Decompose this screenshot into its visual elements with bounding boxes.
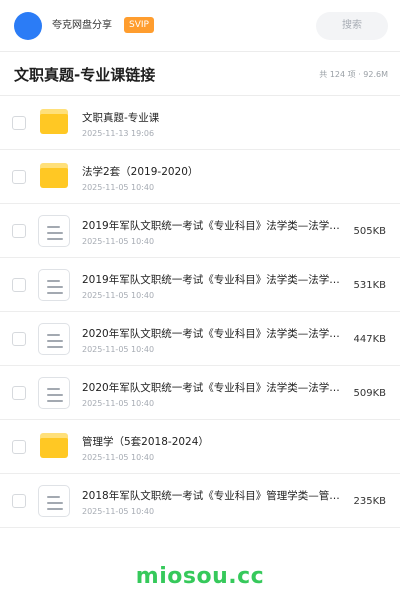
file-date: 2025-11-05 10:40 — [82, 345, 155, 354]
folder-icon — [40, 109, 68, 134]
watermark-text: miosou.cc — [135, 564, 265, 589]
file-row[interactable]: 2019年军队文职统一考试《专业科目》法学类—法学… 2025-11-05 10:… — [0, 258, 400, 312]
file-name[interactable]: 文职真题-专业课 — [82, 111, 350, 125]
file-size: 505KB — [353, 226, 386, 237]
file-row[interactable]: 2019年军队文职统一考试《专业科目》法学类—法学… 2025-11-05 10:… — [0, 204, 400, 258]
file-date: 2025-11-05 10:40 — [82, 507, 155, 516]
file-date: 2025-11-05 10:40 — [82, 399, 155, 408]
folder-icon — [40, 163, 68, 188]
file-name[interactable]: 2019年军队文职统一考试《专业科目》法学类—法学… — [82, 219, 350, 233]
file-row[interactable]: 文职真题-专业课 2025-11-13 19:06 — [0, 96, 400, 150]
file-name[interactable]: 管理学（5套2018-2024） — [82, 435, 350, 449]
file-date: 2025-11-05 10:40 — [82, 453, 155, 462]
file-row[interactable]: 2020年军队文职统一考试《专业科目》法学类—法学… 2025-11-05 10:… — [0, 366, 400, 420]
document-icon — [38, 323, 70, 355]
folder-icon — [40, 433, 68, 458]
file-row[interactable]: 管理学（5套2018-2024） 2025-11-05 10:40 — [0, 420, 400, 474]
file-size: 531KB — [353, 280, 386, 291]
select-checkbox[interactable] — [12, 386, 26, 400]
file-list: 文职真题-专业课 2025-11-13 19:06 法学2套（2019-2020） 2… — [0, 96, 400, 528]
file-size: 235KB — [353, 496, 386, 507]
file-name[interactable]: 法学2套（2019-2020） — [82, 165, 350, 179]
document-icon — [38, 269, 70, 301]
header-bar: 夸克网盘分享 SVIP 搜索 — [0, 0, 400, 52]
svip-badge[interactable]: SVIP — [124, 17, 154, 33]
file-date: 2025-11-05 10:40 — [82, 291, 155, 300]
select-checkbox[interactable] — [12, 224, 26, 238]
file-name[interactable]: 2020年军队文职统一考试《专业科目》法学类—法学… — [82, 381, 350, 395]
folder-summary: 共 124 项 · 92.6M — [319, 70, 388, 79]
title-bar: 文职真题-专业课链接 共 124 项 · 92.6M — [0, 52, 400, 96]
select-checkbox[interactable] — [12, 440, 26, 454]
file-name[interactable]: 2020年军队文职统一考试《专业科目》法学类—法学… — [82, 327, 350, 341]
file-row[interactable]: 2020年军队文职统一考试《专业科目》法学类—法学… 2025-11-05 10:… — [0, 312, 400, 366]
file-row[interactable]: 2018年军队文职统一考试《专业科目》管理学类—管… 2025-11-05 10:… — [0, 474, 400, 528]
search-input[interactable]: 搜索 — [316, 12, 388, 40]
select-checkbox[interactable] — [12, 494, 26, 508]
file-row[interactable]: 法学2套（2019-2020） 2025-11-05 10:40 — [0, 150, 400, 204]
file-name[interactable]: 2019年军队文职统一考试《专业科目》法学类—法学… — [82, 273, 350, 287]
file-date: 2025-11-05 10:40 — [82, 183, 155, 192]
document-icon — [38, 377, 70, 409]
select-checkbox[interactable] — [12, 278, 26, 292]
brand-label: 夸克网盘分享 — [52, 20, 112, 31]
select-checkbox[interactable] — [12, 116, 26, 130]
file-name[interactable]: 2018年军队文职统一考试《专业科目》管理学类—管… — [82, 489, 350, 503]
document-icon — [38, 215, 70, 247]
select-checkbox[interactable] — [12, 170, 26, 184]
file-size: 447KB — [353, 334, 386, 345]
select-checkbox[interactable] — [12, 332, 26, 346]
page-title: 文职真题-专业课链接 — [14, 66, 156, 84]
document-icon — [38, 485, 70, 517]
file-date: 2025-11-13 19:06 — [82, 129, 155, 138]
avatar[interactable] — [14, 12, 42, 40]
file-date: 2025-11-05 10:40 — [82, 237, 155, 246]
file-size: 509KB — [353, 388, 386, 399]
